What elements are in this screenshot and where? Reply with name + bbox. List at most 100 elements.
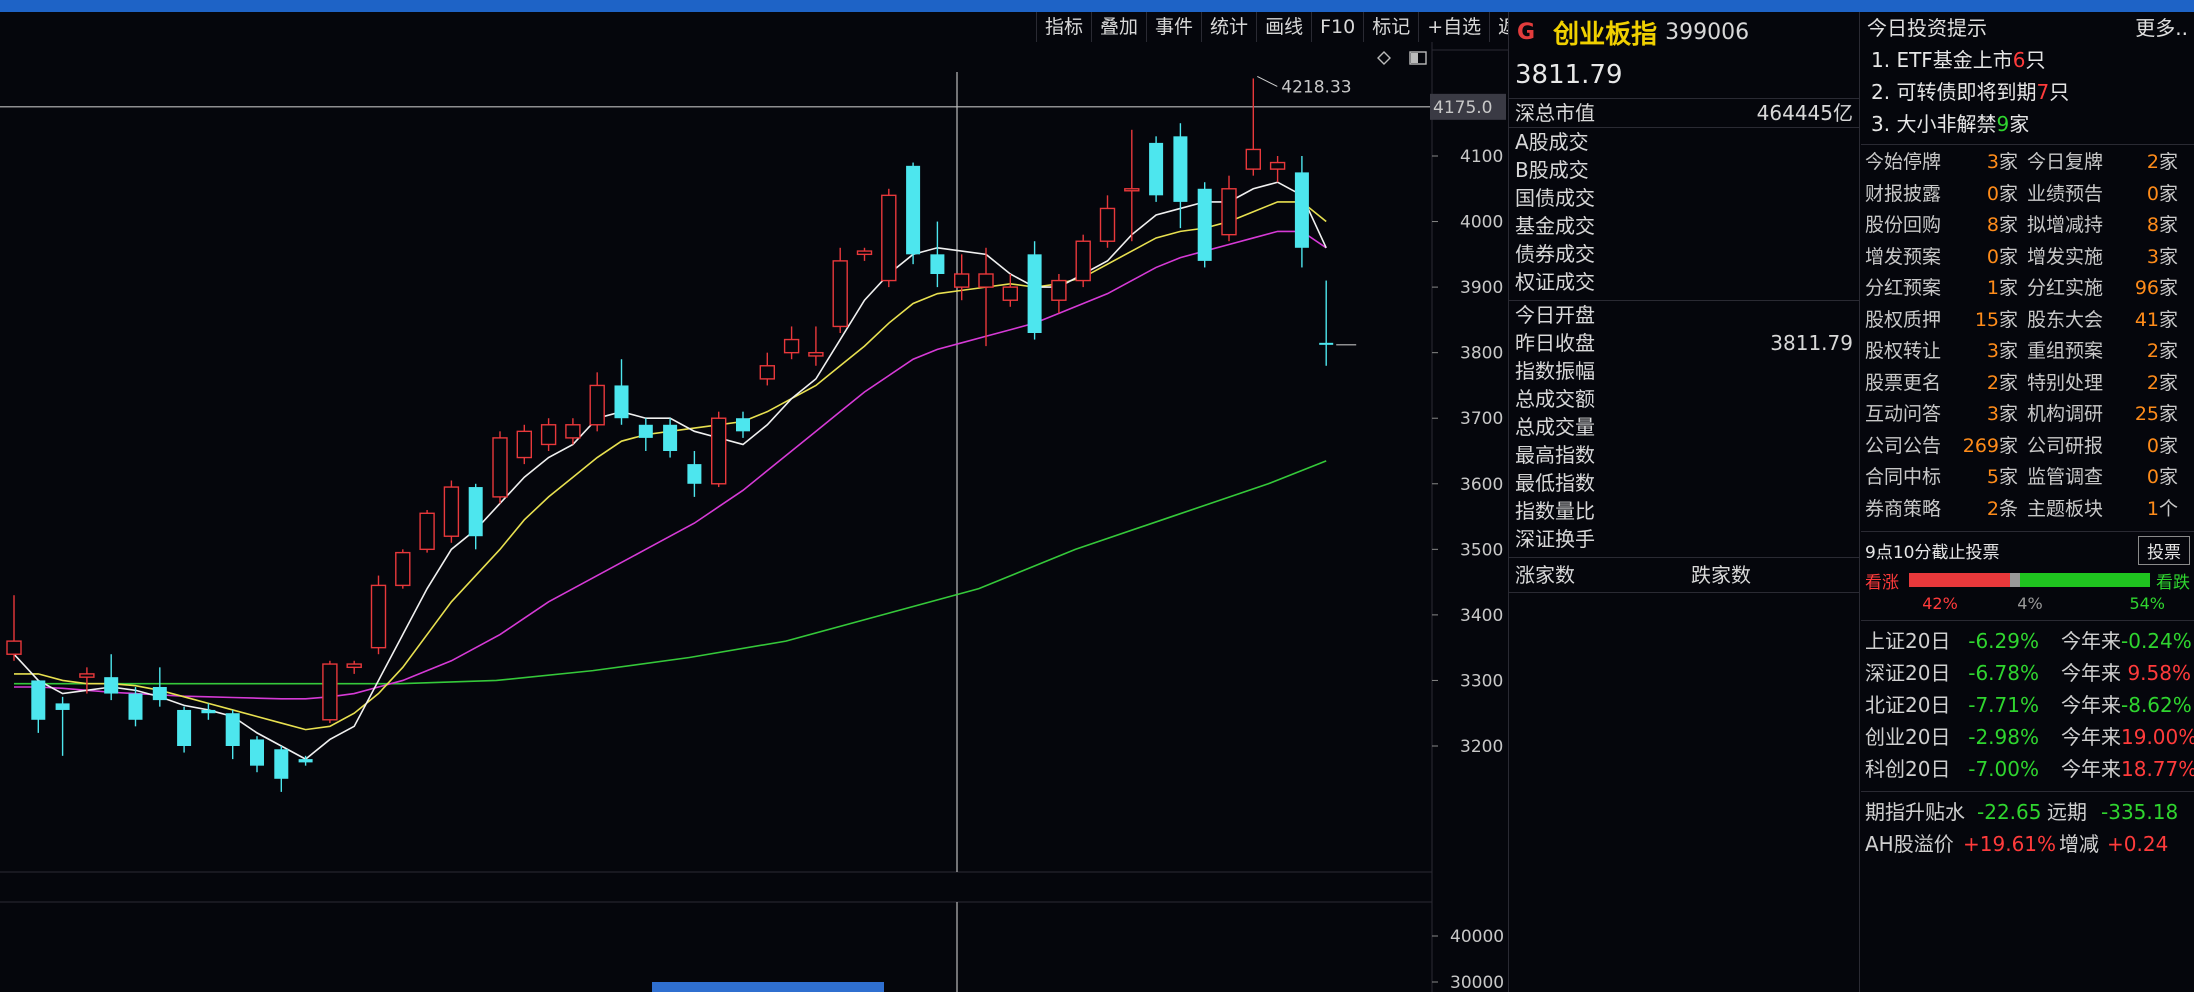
candle-body[interactable] [663, 424, 678, 451]
candle-body[interactable] [906, 165, 921, 255]
stat-right-label[interactable]: 股东大会 [2027, 305, 2123, 337]
stat-left-label[interactable]: 股权质押 [1861, 305, 1949, 337]
stat-left-label[interactable]: 增发预案 [1861, 242, 1949, 274]
tip-item[interactable]: 1. ETF基金上市6只 [1861, 44, 2194, 76]
candle-body[interactable] [1099, 207, 1116, 242]
toolbar-button-5[interactable]: F10 [1311, 12, 1363, 42]
stat-right-label[interactable]: 分红实施 [2027, 273, 2123, 305]
candle-body[interactable] [783, 338, 800, 354]
candle-body[interactable] [1124, 188, 1140, 192]
candle-body[interactable] [443, 486, 460, 537]
stat-right-label[interactable]: 特别处理 [2027, 368, 2123, 400]
candle-body[interactable] [55, 703, 70, 710]
candle-body[interactable] [1245, 148, 1262, 170]
diamond-icon[interactable] [1377, 51, 1391, 65]
candle-body[interactable] [589, 384, 605, 426]
stat-left-label[interactable]: 分红预案 [1861, 273, 1949, 305]
candle-body[interactable] [128, 693, 143, 720]
toolbar-button-4[interactable]: 画线 [1256, 12, 1311, 42]
toolbar-button-6[interactable]: 标记 [1363, 12, 1418, 42]
index-performance-list: 上证20日 -6.29% 今年来 -0.24% 深证20日 -6.78% 今年来 9.58% 北… [1861, 625, 2194, 785]
stat-right-label[interactable]: 主题板块 [2027, 494, 2123, 526]
bear-label[interactable]: 看跌 [2150, 568, 2190, 593]
stat-left-label[interactable]: 合同中标 [1861, 462, 1949, 494]
stat-right-label[interactable]: 今日复牌 [2027, 147, 2123, 179]
bull-label[interactable]: 看涨 [1865, 568, 1909, 593]
candle-body[interactable] [322, 663, 338, 721]
toolbar-button-3[interactable]: 统计 [1201, 12, 1256, 42]
candle-body[interactable] [492, 437, 508, 498]
candle-body[interactable] [395, 551, 411, 587]
candle-body[interactable] [225, 713, 240, 746]
vote-button[interactable]: 投票 [2138, 535, 2190, 565]
candle-body[interactable] [298, 759, 313, 763]
candle-body[interactable] [736, 418, 750, 432]
stat-left-label[interactable]: 券商策略 [1861, 494, 1949, 526]
candle-body[interactable] [540, 424, 557, 446]
candlestick-chart[interactable]: 4100 4000 3900 3800 3700 3600 3500 3400 3300 3200… [0, 42, 1508, 992]
stat-left-label[interactable]: 股份回购 [1861, 210, 1949, 242]
candle-body[interactable] [370, 584, 387, 649]
stat-left-label[interactable]: 股票更名 [1861, 368, 1949, 400]
toolbar-button-0[interactable]: 指标 [1036, 12, 1091, 42]
stat-left-label[interactable]: 今始停牌 [1861, 147, 1949, 179]
candle-body[interactable] [468, 487, 483, 537]
stat-left-label[interactable]: 股权转让 [1861, 336, 1949, 368]
stat-right-label[interactable]: 监管调查 [2027, 462, 2123, 494]
volume-indicator-tab[interactable] [652, 982, 884, 992]
stat-right-label[interactable]: 公司研报 [2027, 431, 2123, 463]
stat-left-label[interactable]: 财报披露 [1861, 179, 1949, 211]
candle-body[interactable] [1051, 279, 1067, 301]
candle-body[interactable] [177, 709, 192, 746]
candle-body[interactable] [1149, 142, 1164, 196]
candle-body[interactable] [79, 673, 95, 678]
candle-body[interactable] [31, 680, 46, 720]
candle-body[interactable] [808, 351, 824, 357]
candle-body[interactable] [759, 365, 775, 380]
candle-body[interactable] [1173, 136, 1188, 202]
candle-body[interactable] [201, 709, 216, 714]
stat-right-label[interactable]: 增发实施 [2027, 242, 2123, 274]
stat-right-label[interactable]: 拟增减持 [2027, 210, 2123, 242]
candle-body[interactable] [832, 260, 848, 328]
candle-body[interactable] [250, 739, 264, 766]
candle-body[interactable] [1269, 161, 1286, 170]
stat-right-label[interactable]: 机构调研 [2027, 399, 2123, 431]
candle-body[interactable] [274, 749, 289, 779]
candle-body[interactable] [954, 273, 970, 288]
stat-right-label[interactable]: 重组预案 [2027, 336, 2123, 368]
candle-body[interactable] [614, 385, 629, 419]
candle-body[interactable] [711, 417, 727, 485]
stat-left-count: 8 [1986, 214, 1999, 236]
candle-body[interactable] [6, 640, 22, 655]
candle-body[interactable] [516, 430, 532, 459]
stat-left-label[interactable]: 公司公告 [1861, 431, 1949, 463]
more-link[interactable]: 更多.. [2135, 12, 2188, 44]
candle-body[interactable] [1075, 240, 1091, 282]
candle-body[interactable] [1221, 188, 1237, 236]
candle-body[interactable] [104, 677, 119, 694]
candle-body[interactable] [1027, 254, 1042, 333]
candle-body[interactable] [978, 273, 994, 288]
tip-item[interactable]: 2. 可转债即将到期7只 [1861, 76, 2194, 108]
candle-body[interactable] [881, 194, 897, 282]
candle-body[interactable] [638, 424, 653, 438]
candle-body[interactable] [419, 512, 435, 551]
stat-left-label[interactable]: 互动问答 [1861, 399, 1949, 431]
candle-body[interactable] [152, 687, 167, 701]
candle-body[interactable] [1294, 172, 1309, 248]
index-name[interactable]: 创业板指 [1553, 14, 1657, 51]
candle-body[interactable] [346, 663, 362, 669]
candle-body[interactable] [856, 250, 873, 256]
candle-body[interactable] [565, 424, 581, 439]
candle-body[interactable] [1197, 188, 1212, 261]
toolbar-button-7[interactable]: +自选 [1418, 12, 1489, 42]
stat-right-label[interactable]: 业绩预告 [2027, 179, 2123, 211]
toolbar-button-1[interactable]: 叠加 [1091, 12, 1146, 42]
candle-body[interactable] [1319, 342, 1334, 345]
candle-body[interactable] [930, 254, 945, 274]
tip-item[interactable]: 3. 大小非解禁9家 [1861, 108, 2194, 140]
toolbar-button-2[interactable]: 事件 [1146, 12, 1201, 42]
candle-body[interactable] [687, 464, 702, 484]
candle-body[interactable] [1002, 286, 1018, 301]
